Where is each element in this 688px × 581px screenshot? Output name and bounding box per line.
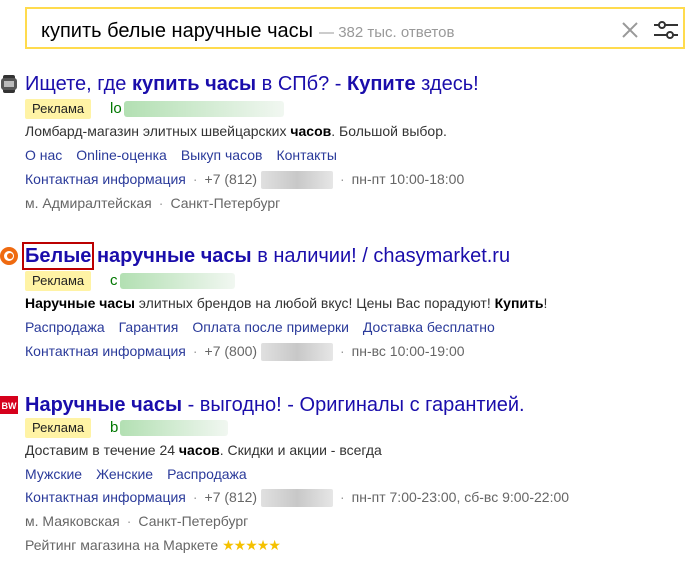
- ad-badge: Реклама: [25, 418, 92, 438]
- blurred-phone: [260, 489, 333, 508]
- contact-info-link[interactable]: Контактная информация: [25, 171, 186, 187]
- watch-favicon-icon: [1, 75, 17, 93]
- desc-part: Купить: [494, 295, 544, 311]
- blurred-phone: [260, 343, 333, 362]
- ad-description: Ломбард-магазин элитных швейцарских часо…: [25, 122, 447, 140]
- sitelinks: О нас Online-оценка Выкуп часов Контакты: [25, 146, 351, 164]
- ad-title[interactable]: Ищете, где купить часы в СПб? - Купите з…: [25, 72, 479, 96]
- blurred-phone: [260, 171, 333, 190]
- blurred-url: [123, 100, 284, 117]
- sitelinks: Распродажа Гарантия Оплата после примерки Д…: [25, 318, 509, 336]
- city: Санкт-Петербург: [138, 513, 249, 529]
- desc-part: Ломбард-магазин элитных швейцарских: [25, 123, 291, 139]
- title-part[interactable]: купить часы: [132, 73, 256, 95]
- chasymarket-favicon-icon: [0, 247, 18, 265]
- blurred-url: [120, 419, 229, 436]
- sitelink[interactable]: Доставка бесплатно: [363, 319, 495, 335]
- search-query[interactable]: купить белые наручные часы: [41, 20, 313, 42]
- phone[interactable]: +7 (800): [205, 343, 258, 359]
- contact-info-link[interactable]: Контактная информация: [25, 489, 186, 505]
- sitelink[interactable]: Контакты: [276, 147, 336, 163]
- contact-info-link[interactable]: Контактная информация: [25, 343, 186, 359]
- phone[interactable]: +7 (812): [205, 489, 258, 505]
- metro-station[interactable]: м. Адмиралтейская: [25, 195, 152, 211]
- sitelink[interactable]: Выкуп часов: [181, 147, 263, 163]
- highlighted-word[interactable]: Белые: [21, 242, 95, 270]
- desc-part: !: [543, 295, 548, 311]
- clear-icon[interactable]: [621, 21, 639, 39]
- title-part[interactable]: - выгодно! - Оригиналы с гарантией.: [182, 394, 525, 416]
- title-part[interactable]: в СПб? -: [256, 73, 347, 95]
- filter-settings-icon[interactable]: [654, 20, 678, 40]
- rating-stars: ★★★★★: [222, 537, 281, 553]
- ad-description: Доставим в течение 24 часов. Скидки и ак…: [25, 441, 382, 459]
- hours: пн-пт 10:00-18:00: [351, 171, 465, 187]
- url-text[interactable]: b: [110, 419, 118, 436]
- sitelink[interactable]: Online-оценка: [76, 147, 167, 163]
- url-text[interactable]: c: [110, 272, 118, 289]
- desc-part: . Большой выбор.: [331, 123, 447, 139]
- contact-line: Контактная информация · +7 (800) · пн-вс 10…: [25, 342, 465, 362]
- desc-part: . Скидки и акции - всегда: [219, 442, 382, 458]
- sitelink[interactable]: Распродажа: [25, 319, 105, 335]
- ad-badge: Реклама: [25, 99, 92, 119]
- ad-url[interactable]: lo: [110, 100, 284, 118]
- sitelink[interactable]: Гарантия: [119, 319, 179, 335]
- desc-part: Наручные часы: [25, 295, 135, 311]
- blurred-url: [119, 272, 235, 289]
- desc-part: часов: [290, 123, 332, 139]
- sitelink[interactable]: Оплата после примерки: [192, 319, 349, 335]
- title-part[interactable]: Наручные часы: [25, 394, 182, 416]
- title-part[interactable]: наручные часы: [97, 245, 252, 267]
- desc-part: элитных брендов на любой вкус! Цены Вас …: [134, 295, 495, 311]
- metro-station[interactable]: м. Маяковская: [25, 513, 120, 529]
- ad-url[interactable]: c: [110, 272, 235, 290]
- url-text[interactable]: lo: [110, 100, 122, 117]
- hours: пн-вс 10:00-19:00: [351, 343, 465, 359]
- svg-text:BW: BW: [2, 401, 17, 411]
- desc-part: часов: [178, 442, 220, 458]
- title-part[interactable]: здесь!: [416, 73, 479, 95]
- bw-favicon-icon: BW: [0, 396, 18, 414]
- city: Санкт-Петербург: [170, 195, 281, 211]
- phone[interactable]: +7 (812): [205, 171, 258, 187]
- hours: пн-пт 7:00-23:00, сб-вс 9:00-22:00: [351, 489, 570, 505]
- results-count: — 382 тыс. ответов: [319, 24, 455, 41]
- sitelinks: Мужские Женские Распродажа: [25, 465, 261, 483]
- title-part[interactable]: в наличии! / chasymarket.ru: [252, 245, 510, 267]
- rating-label[interactable]: Рейтинг магазина на Маркете: [25, 537, 218, 553]
- search-bar[interactable]: купить белые наручные часы — 382 тыс. отв…: [25, 7, 685, 49]
- ad-badge: Реклама: [25, 271, 92, 291]
- ad-title[interactable]: Белые наручные часы в наличии! / chasyma…: [21, 242, 510, 270]
- address-line: м. Маяковская · Санкт-Петербург: [25, 513, 249, 529]
- sitelink[interactable]: Женские: [96, 466, 153, 482]
- contact-line: Контактная информация · +7 (812) · пн-пт 7:…: [25, 488, 570, 508]
- ad-url[interactable]: b: [110, 419, 229, 437]
- sitelink[interactable]: О нас: [25, 147, 62, 163]
- market-rating[interactable]: Рейтинг магазина на Маркете ★★★★★: [25, 536, 281, 554]
- contact-line: Контактная информация · +7 (812) · пн-пт 10…: [25, 170, 465, 190]
- ad-description: Наручные часы элитных брендов на любой в…: [25, 294, 547, 312]
- sitelink[interactable]: Мужские: [25, 466, 82, 482]
- ad-title[interactable]: Наручные часы - выгодно! - Оригиналы с г…: [25, 393, 525, 417]
- sitelink[interactable]: Распродажа: [167, 466, 247, 482]
- title-part[interactable]: Купите: [347, 73, 416, 95]
- title-part[interactable]: Ищете, где: [25, 73, 132, 95]
- desc-part: Доставим в течение 24: [25, 442, 179, 458]
- search-input[interactable]: купить белые наручные часы — 382 тыс. отв…: [41, 20, 454, 43]
- address-line: м. Адмиралтейская · Санкт-Петербург: [25, 195, 281, 211]
